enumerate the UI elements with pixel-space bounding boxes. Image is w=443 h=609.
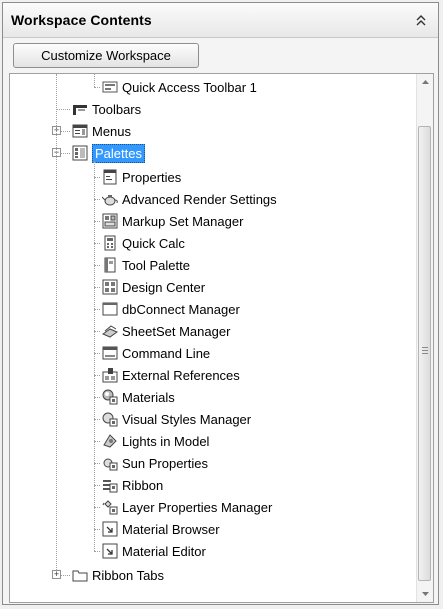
calculator-icon: [102, 235, 118, 251]
panel-header: Workspace Contents: [3, 3, 438, 38]
tree-connector-line: [61, 575, 70, 576]
tree-item-visual-styles-manager[interactable]: Visual Styles Manager: [102, 408, 251, 430]
properties-icon: [102, 169, 118, 185]
tree-connector-line: [61, 153, 70, 154]
tree-item-label: Layer Properties Manager: [122, 499, 273, 515]
tree-item-advanced-render-settings[interactable]: Advanced Render Settings: [101, 188, 277, 210]
command-line-icon: [102, 345, 118, 361]
tree-item-ribbon[interactable]: Ribbon: [102, 474, 163, 496]
palettes-children-line: [94, 161, 95, 551]
tree-item-label: Menus: [92, 123, 132, 139]
materials-icon: [102, 389, 118, 405]
tree-item-label: dbConnect Manager: [122, 301, 240, 317]
window-icon: [102, 301, 118, 317]
menus-icon: [72, 123, 88, 139]
tree-item-material-editor[interactable]: Material Editor: [102, 540, 206, 562]
tree-item-label: Markup Set Manager: [122, 213, 244, 229]
tree-connector-line: [94, 551, 100, 552]
tree-item-design-center[interactable]: Design Center: [102, 276, 205, 298]
tree-item-label: Materials: [122, 389, 175, 405]
tree-item-toolbars[interactable]: Toolbars: [72, 98, 141, 120]
tree-item-material-browser[interactable]: Material Browser: [102, 518, 220, 540]
teapot-icon: [101, 191, 118, 207]
tree-item-dbconnect-manager[interactable]: dbConnect Manager: [102, 298, 240, 320]
tree-item-label: Design Center: [122, 279, 206, 295]
tree-item-ribbon-tabs[interactable]: Ribbon Tabs: [72, 564, 164, 586]
tree-scrollbar[interactable]: [416, 74, 433, 602]
visual-styles-icon: [102, 411, 118, 427]
scroll-down-arrow-icon[interactable]: [417, 586, 433, 602]
tree-item-menus[interactable]: Menus: [72, 120, 131, 142]
tree-item-label: SheetSet Manager: [122, 323, 231, 339]
tree-item-sheetset-manager[interactable]: SheetSet Manager: [101, 320, 231, 342]
tree-item-label: Ribbon: [122, 477, 164, 493]
tree-item-label: Material Editor: [122, 543, 206, 559]
panel-title: Workspace Contents: [11, 12, 152, 28]
layer-icon: [102, 499, 118, 515]
tree-item-label: Material Browser: [122, 521, 220, 537]
tree-connector-line: [56, 109, 70, 110]
tree-item-sun-properties[interactable]: Sun Properties: [102, 452, 208, 474]
tree-item-quick-access-toolbar[interactable]: Quick Access Toolbar 1: [102, 76, 257, 98]
tree-item-label: Visual Styles Manager: [122, 411, 252, 427]
tree-item-label: Palettes: [92, 143, 145, 163]
tree-item-label: External References: [122, 367, 240, 383]
customize-workspace-button[interactable]: Customize Workspace: [13, 43, 199, 68]
collapse-chevron-icon[interactable]: [414, 15, 428, 27]
tree-item-label: Properties: [122, 169, 182, 185]
expand-ribbon-tabs-icon[interactable]: +: [52, 570, 61, 579]
scroll-up-arrow-icon[interactable]: [417, 74, 433, 90]
lights-icon: [102, 433, 118, 449]
workspace-contents-panel: Workspace Contents Customize Workspace Q…: [2, 2, 439, 605]
tree-item-quick-calc[interactable]: Quick Calc: [102, 232, 185, 254]
tree-connector-line: [94, 74, 95, 87]
scroll-grip-icon: [422, 347, 428, 355]
tree-item-tool-palette[interactable]: Tool Palette: [102, 254, 190, 276]
tree-item-command-line[interactable]: Command Line: [102, 342, 210, 364]
tree-item-lights-in-model[interactable]: Lights in Model: [102, 430, 209, 452]
design-center-icon: [102, 279, 118, 295]
external-references-icon: [102, 367, 118, 383]
tree-item-layer-properties-manager[interactable]: Layer Properties Manager: [102, 496, 272, 518]
tree-item-external-references[interactable]: External References: [102, 364, 240, 386]
tree-item-label: Sun Properties: [122, 455, 208, 471]
tool-palette-icon: [102, 257, 118, 273]
scroll-thumb[interactable]: [418, 126, 431, 581]
tree-item-label: Advanced Render Settings: [122, 191, 277, 207]
toolbars-icon: [72, 101, 88, 117]
toolbar-row-icon: [102, 79, 118, 95]
tree-item-palettes[interactable]: Palettes: [72, 142, 145, 164]
tree-item-label: Command Line: [122, 345, 211, 361]
tree-item-materials[interactable]: Materials: [102, 386, 175, 408]
sun-icon: [102, 455, 118, 471]
material-browser-icon: [102, 521, 118, 537]
palettes-icon: [72, 145, 88, 161]
tree-item-label: Lights in Model: [122, 433, 210, 449]
sheetset-icon: [101, 323, 119, 339]
ribbon-icon: [102, 477, 118, 493]
tree-item-properties[interactable]: Properties: [102, 166, 181, 188]
markup-icon: [102, 213, 118, 229]
top-level-trunk-line: [56, 74, 57, 570]
tree-item-label: Quick Calc: [122, 235, 185, 251]
material-editor-icon: [102, 543, 118, 559]
tree-item-markup-set-manager[interactable]: Markup Set Manager: [102, 210, 243, 232]
tree-item-label: Ribbon Tabs: [92, 567, 165, 583]
workspace-tree[interactable]: Quick Access Toolbar 1 Toolbars Menus + Pale…: [9, 73, 434, 603]
tree-connector-line: [94, 87, 100, 88]
tree-connector-line: [61, 131, 70, 132]
folder-icon: [72, 567, 88, 583]
tree-item-label: Tool Palette: [122, 257, 190, 273]
tree-item-label: Toolbars: [92, 101, 142, 117]
tree-item-label: Quick Access Toolbar 1: [122, 79, 257, 95]
